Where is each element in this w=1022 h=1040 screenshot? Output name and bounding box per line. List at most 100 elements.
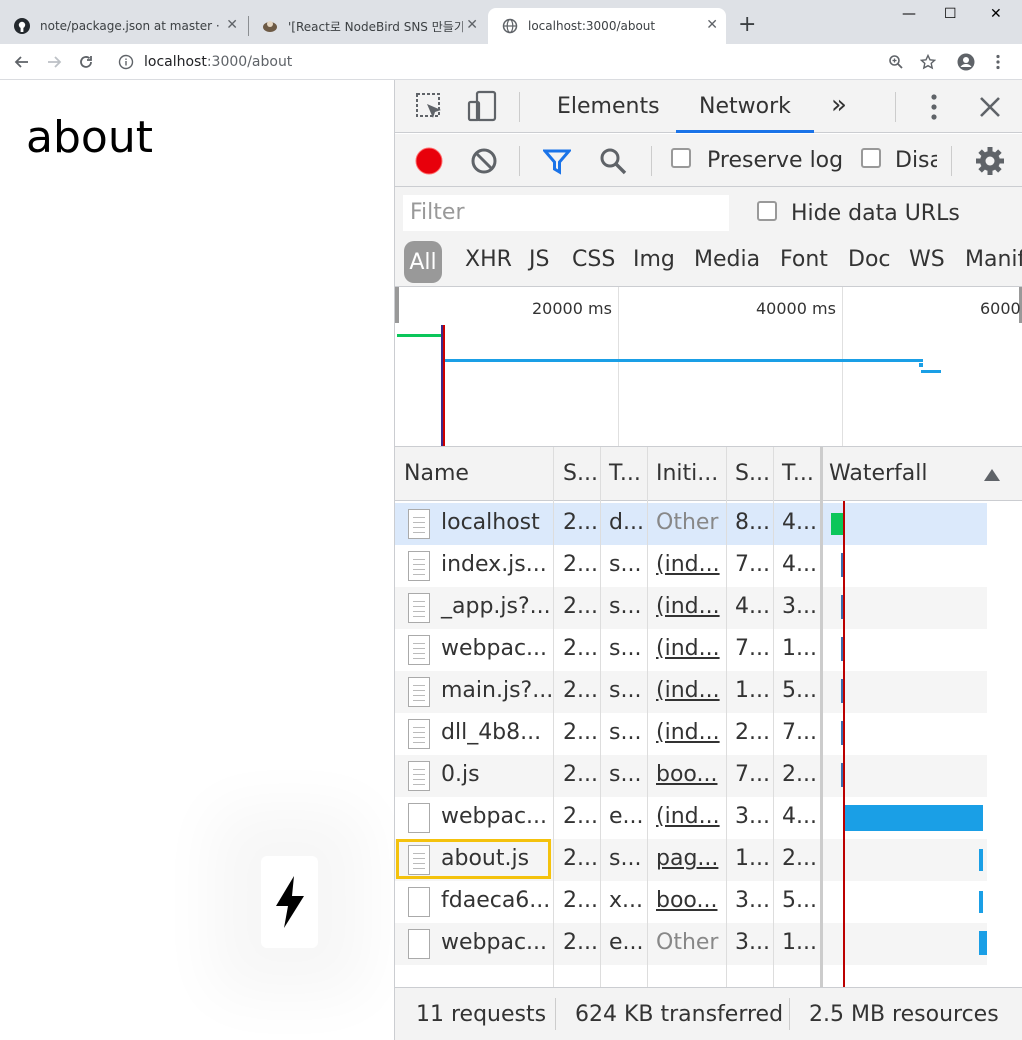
request-time: 4...: [782, 552, 817, 577]
address-bar[interactable]: localhost:3000/about: [112, 49, 942, 75]
overview-request-bar: [921, 370, 941, 373]
table-row[interactable]: _app.js?... 2... s... (ind... 4... 3...: [395, 587, 987, 629]
browser-tab-active[interactable]: localhost:3000/about ✕: [488, 8, 726, 44]
network-settings-button[interactable]: [975, 146, 1005, 180]
close-tab-icon[interactable]: ✕: [226, 17, 238, 33]
script-icon: [408, 719, 430, 749]
column-divider[interactable]: [600, 447, 601, 987]
minimize-button[interactable]: —: [902, 6, 916, 22]
close-tab-icon[interactable]: ✕: [466, 17, 478, 33]
type-filter-manifest[interactable]: Manif: [965, 247, 1022, 272]
type-filter-xhr[interactable]: XHR: [465, 247, 512, 272]
request-type: s...: [609, 762, 642, 787]
table-row[interactable]: 0.js 2... s... boo... 7... 2...: [395, 755, 987, 797]
funnel-icon: [541, 149, 573, 175]
request-size: 4...: [735, 594, 770, 619]
device-toolbar-icon[interactable]: [467, 90, 497, 126]
table-row[interactable]: webpac... 2... e... Other 3... 1...: [395, 923, 987, 965]
filter-input[interactable]: Filter: [403, 195, 729, 231]
overview-left-handle[interactable]: [395, 287, 399, 323]
table-row[interactable]: webpac... 2... s... (ind... 7... 1...: [395, 629, 987, 671]
record-button[interactable]: [415, 147, 443, 179]
more-tabs-button[interactable]: »: [831, 90, 847, 120]
type-filter-font[interactable]: Font: [780, 247, 828, 272]
network-overview[interactable]: 20000 ms 40000 ms 6000: [395, 287, 1022, 447]
hide-data-urls-checkbox[interactable]: [757, 201, 777, 221]
close-tab-icon[interactable]: ✕: [706, 17, 718, 33]
disable-cache-checkbox[interactable]: [861, 148, 881, 168]
clear-button[interactable]: [471, 148, 497, 178]
table-row[interactable]: dll_4b8... 2... s... (ind... 2... 7...: [395, 713, 987, 755]
nodebird-icon: [262, 18, 278, 34]
reload-button[interactable]: [74, 50, 98, 74]
request-initiator[interactable]: boo...: [656, 888, 717, 913]
forward-button[interactable]: [42, 50, 66, 74]
request-initiator[interactable]: (ind...: [656, 594, 720, 619]
column-header-status[interactable]: S...: [563, 461, 598, 486]
request-initiator[interactable]: (ind...: [656, 552, 720, 577]
hide-data-urls-label: Hide data URLs: [791, 201, 960, 226]
column-header-initiator[interactable]: Initi...: [656, 461, 718, 486]
request-initiator[interactable]: pag...: [656, 846, 718, 871]
devtools-menu-icon[interactable]: [931, 94, 937, 124]
column-divider[interactable]: [726, 447, 727, 987]
table-row[interactable]: about.js 2... s... pag... 1... 2...: [395, 839, 987, 881]
request-initiator[interactable]: (ind...: [656, 636, 720, 661]
column-divider[interactable]: [647, 447, 648, 987]
table-row[interactable]: fdaeca6... 2... x... boo... 3... 5...: [395, 881, 987, 923]
type-filter-img[interactable]: Img: [633, 247, 675, 272]
zoom-icon[interactable]: [884, 50, 908, 74]
column-header-time[interactable]: T...: [782, 461, 814, 486]
column-header-name[interactable]: Name: [404, 461, 469, 486]
request-initiator: Other: [656, 930, 719, 955]
column-header-type[interactable]: T...: [609, 461, 641, 486]
table-row[interactable]: index.js... 2... s... (ind... 7... 4...: [395, 545, 987, 587]
column-header-waterfall[interactable]: Waterfall: [829, 461, 927, 486]
info-icon[interactable]: [118, 54, 134, 70]
script-icon: [408, 551, 430, 581]
tab-strip: note/package.json at master · p ✕ '[Reac…: [0, 0, 1022, 44]
request-type: s...: [609, 552, 642, 577]
nextjs-prerender-indicator[interactable]: [261, 856, 318, 948]
column-divider[interactable]: [553, 447, 554, 987]
tab-elements[interactable]: Elements: [557, 94, 660, 119]
close-window-button[interactable]: ✕: [990, 6, 1002, 22]
type-filter-media[interactable]: Media: [694, 247, 760, 272]
reload-icon: [80, 56, 92, 68]
table-row[interactable]: localhost 2... d... Other 8... 4...: [395, 503, 987, 545]
request-initiator[interactable]: (ind...: [656, 678, 720, 703]
waterfall-bar: [979, 849, 983, 871]
type-filter-all[interactable]: All: [404, 241, 442, 283]
type-filter-js[interactable]: JS: [529, 247, 549, 272]
request-initiator[interactable]: (ind...: [656, 804, 720, 829]
request-name: index.js...: [441, 552, 547, 577]
browser-menu-icon[interactable]: [986, 50, 1010, 74]
profile-avatar-icon[interactable]: [954, 50, 978, 74]
request-initiator[interactable]: (ind...: [656, 720, 720, 745]
filter-toggle-button[interactable]: [541, 149, 573, 179]
search-button[interactable]: [599, 147, 627, 179]
tab-network[interactable]: Network: [699, 94, 791, 119]
new-tab-button[interactable]: +: [738, 12, 756, 37]
request-initiator[interactable]: boo...: [656, 762, 717, 787]
request-status: 2...: [563, 888, 598, 913]
column-divider[interactable]: [773, 447, 774, 987]
preserve-log-checkbox[interactable]: [671, 148, 691, 168]
close-devtools-icon[interactable]: [979, 96, 1001, 122]
type-filter-ws[interactable]: WS: [909, 247, 945, 272]
type-filter-css[interactable]: CSS: [572, 247, 615, 272]
transferred-size: 624 KB transferred: [575, 1002, 784, 1027]
column-divider[interactable]: [820, 447, 823, 987]
maximize-button[interactable]: ☐: [944, 6, 957, 22]
browser-tab-github[interactable]: note/package.json at master · p ✕: [0, 8, 246, 44]
sort-ascending-icon[interactable]: [983, 467, 1001, 486]
bookmark-star-icon[interactable]: [916, 50, 940, 74]
type-filter-doc[interactable]: Doc: [848, 247, 891, 272]
column-header-size[interactable]: S...: [735, 461, 770, 486]
table-row[interactable]: webpac... 2... e... (ind... 3... 4...: [395, 797, 987, 839]
table-row[interactable]: main.js?... 2... s... (ind... 1... 5...: [395, 671, 987, 713]
request-type: x...: [609, 888, 643, 913]
back-button[interactable]: [10, 50, 34, 74]
inspect-element-icon[interactable]: [415, 92, 445, 126]
browser-tab-react[interactable]: '[React로 NodeBird SNS 만들기] ✕: [248, 8, 486, 44]
